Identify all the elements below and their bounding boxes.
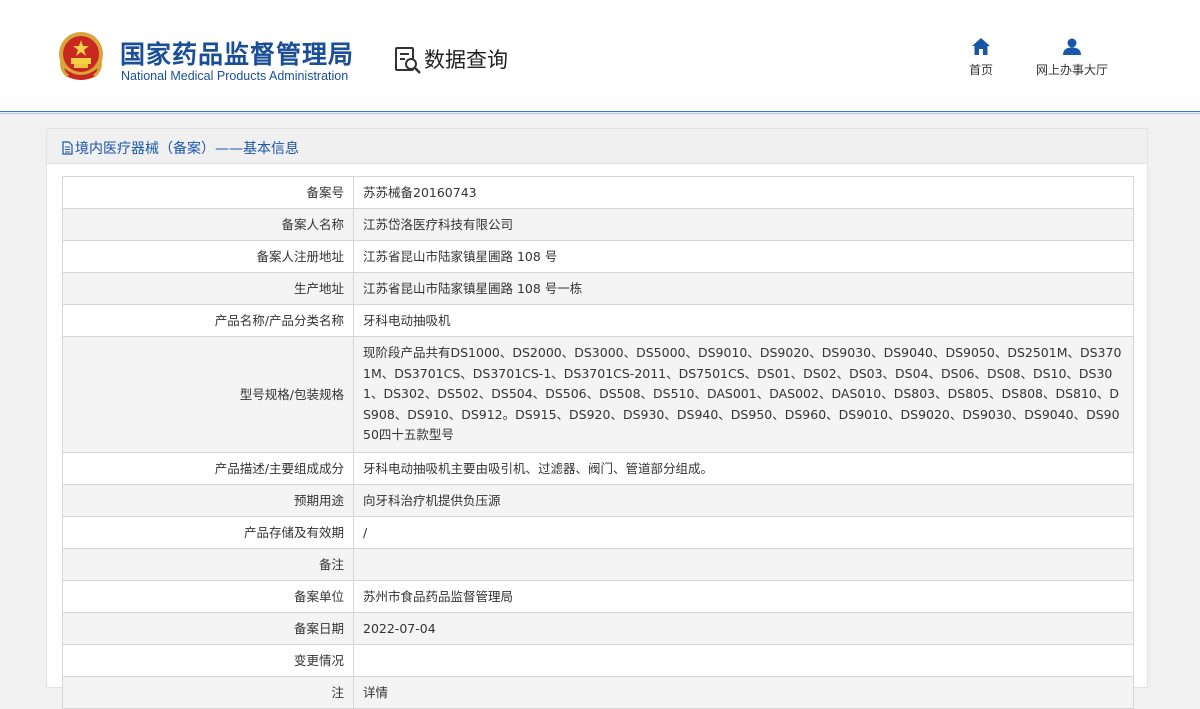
row-label: 产品名称/产品分类名称 xyxy=(62,304,354,337)
document-icon xyxy=(62,141,73,155)
nav-online-hall-label: 网上办事大厅 xyxy=(1035,63,1108,77)
row-label: 变更情况 xyxy=(62,643,354,677)
row-value: 现阶段产品共有DS1000、DS2000、DS3000、DS5000、DS901… xyxy=(353,336,1134,453)
row-label: 备案日期 xyxy=(62,611,354,645)
national-emblem-icon xyxy=(59,32,103,80)
row-label: 型号规格/包装规格 xyxy=(62,336,354,453)
row-label: 预期用途 xyxy=(62,483,354,517)
basic-info-table: 备案号 苏苏械备20160743 备案人名称 江苏岱洛医疗科技有限公司 备案人注… xyxy=(62,176,1134,709)
table-row: 备案单位 苏州市食品药品监督管理局 xyxy=(62,579,1134,613)
site-subtitle: National Medical Products Administration xyxy=(121,69,349,83)
row-value: / xyxy=(353,515,1134,549)
table-row: 生产地址 江苏省昆山市陆家镇星圃路 108 号一栋 xyxy=(62,272,1134,305)
row-label: 备注 xyxy=(62,547,354,581)
row-value[interactable]: 详情 xyxy=(353,675,1134,709)
row-label: 备案人名称 xyxy=(62,208,354,241)
row-label: 注 xyxy=(62,675,354,709)
panel-title: 境内医疗器械（备案）——基本信息 xyxy=(62,138,299,158)
row-value: 江苏省昆山市陆家镇星圃路 108 号一栋 xyxy=(353,272,1134,305)
row-value: 江苏岱洛医疗科技有限公司 xyxy=(353,208,1134,241)
row-value: 向牙科治疗机提供负压源 xyxy=(353,483,1134,517)
table-row: 产品名称/产品分类名称 牙科电动抽吸机 xyxy=(62,304,1134,337)
site-header: 国家药品监督管理局 National Medical Products Admi… xyxy=(0,0,1200,112)
row-value xyxy=(353,547,1134,581)
user-icon xyxy=(1063,38,1081,55)
site-title: 国家药品监督管理局 xyxy=(120,40,355,69)
row-value: 牙科电动抽吸机 xyxy=(353,304,1134,337)
table-row: 产品描述/主要组成成分 牙科电动抽吸机主要由吸引机、过滤器、阀门、管道部分组成。 xyxy=(62,451,1134,485)
table-row: 型号规格/包装规格 现阶段产品共有DS1000、DS2000、DS3000、DS… xyxy=(62,336,1134,453)
table-row: 备案人名称 江苏岱洛医疗科技有限公司 xyxy=(62,208,1134,241)
table-row: 预期用途 向牙科治疗机提供负压源 xyxy=(62,483,1134,517)
nav-home-label: 首页 xyxy=(968,63,993,77)
table-row: 备注 xyxy=(62,547,1134,581)
table-row: 备案号 苏苏械备20160743 xyxy=(62,176,1134,209)
table-row: 注 详情 xyxy=(62,675,1134,709)
nav-online-hall-link[interactable]: 网上办事大厅 xyxy=(1030,38,1114,78)
info-panel: 境内医疗器械（备案）——基本信息 备案号 苏苏械备20160743 备案人名称 … xyxy=(46,128,1148,709)
row-value: 江苏省昆山市陆家镇星圃路 108 号 xyxy=(353,240,1134,273)
row-label: 备案号 xyxy=(62,176,354,209)
row-label: 备案单位 xyxy=(62,579,354,613)
nav-home-link[interactable]: 首页 xyxy=(960,38,1002,78)
table-row: 备案人注册地址 江苏省昆山市陆家镇星圃路 108 号 xyxy=(62,240,1134,273)
data-query-icon xyxy=(395,47,421,74)
table-row: 产品存储及有效期 / xyxy=(62,515,1134,549)
home-icon xyxy=(972,38,990,55)
row-label: 备案人注册地址 xyxy=(62,240,354,273)
row-value: 苏州市食品药品监督管理局 xyxy=(353,579,1134,613)
header-divider xyxy=(0,113,1200,114)
table-row: 变更情况 xyxy=(62,643,1134,677)
row-value: 2022-07-04 xyxy=(353,611,1134,645)
row-value: 牙科电动抽吸机主要由吸引机、过滤器、阀门、管道部分组成。 xyxy=(353,451,1134,485)
row-label: 生产地址 xyxy=(62,272,354,305)
page-heading: 数据查询 xyxy=(424,48,508,72)
row-value xyxy=(353,643,1134,677)
row-value: 苏苏械备20160743 xyxy=(353,176,1134,209)
row-label: 产品描述/主要组成成分 xyxy=(62,451,354,485)
row-label: 产品存储及有效期 xyxy=(62,515,354,549)
table-row: 备案日期 2022-07-04 xyxy=(62,611,1134,645)
panel-title-text: 境内医疗器械（备案）——基本信息 xyxy=(75,141,299,157)
panel-header: 境内医疗器械（备案）——基本信息 xyxy=(47,129,1147,164)
